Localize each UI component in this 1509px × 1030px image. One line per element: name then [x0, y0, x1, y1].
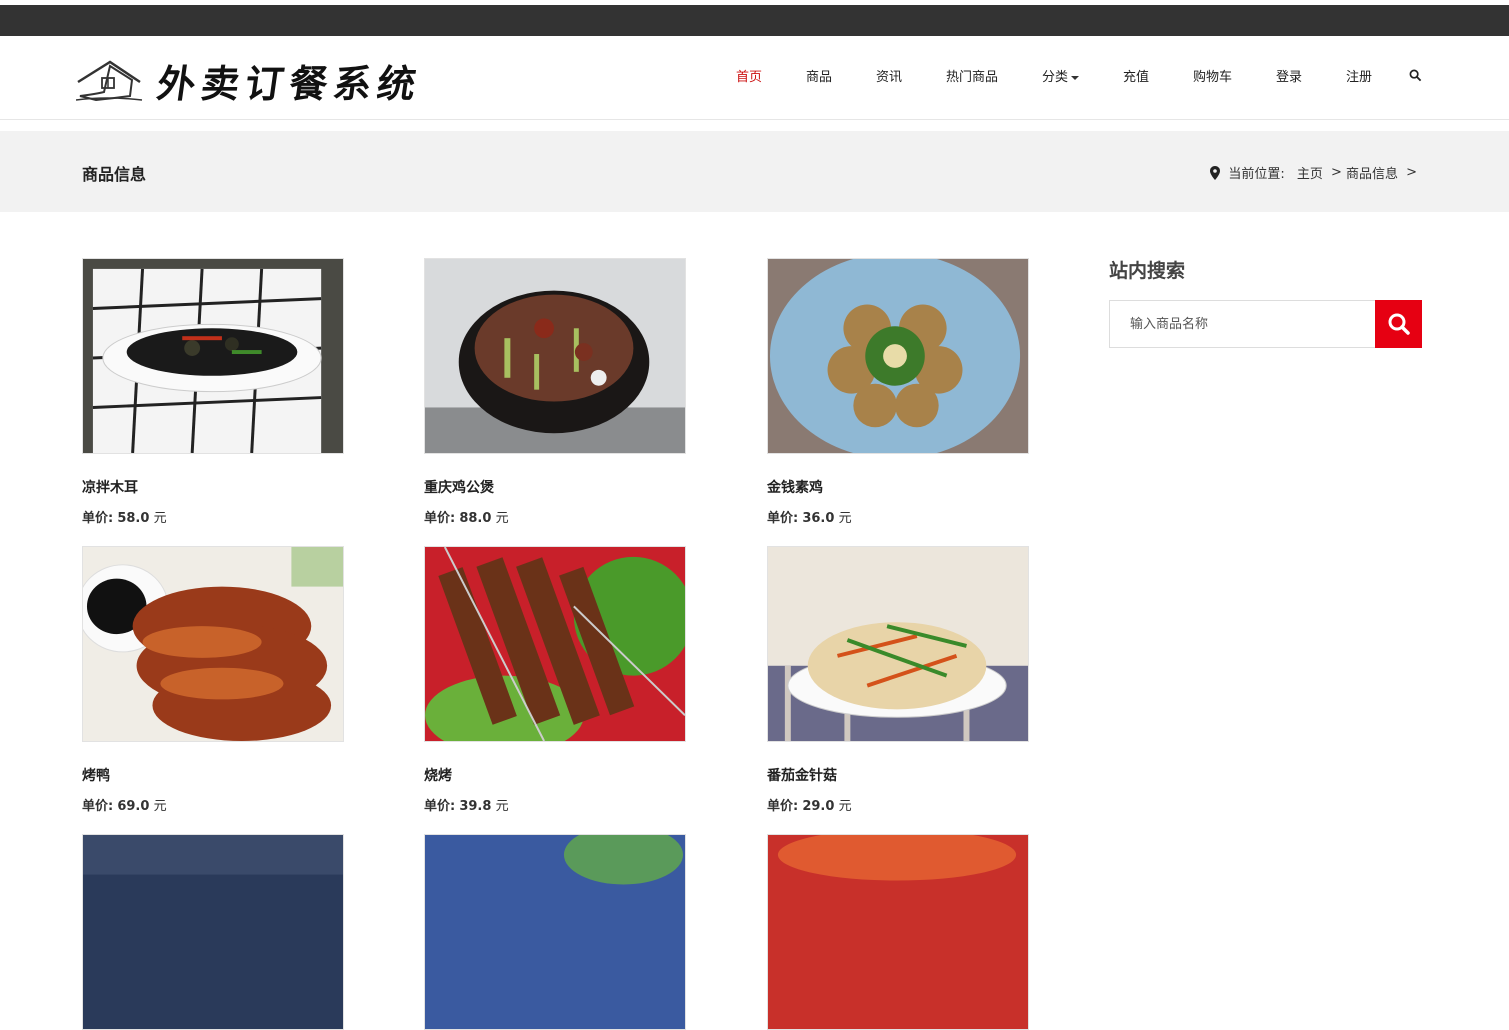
product-image[interactable]	[424, 546, 686, 742]
product-price: 单价: 58.0 元	[82, 511, 167, 526]
product-card	[767, 834, 1029, 1030]
nav-home[interactable]: 首页	[736, 66, 762, 85]
site-search	[1109, 300, 1422, 348]
product-price: 单价: 69.0 元	[82, 799, 167, 814]
breadcrumb-separator: >	[1406, 165, 1417, 180]
product-image[interactable]	[767, 258, 1029, 454]
product-card: 烧烤 单价: 39.8 元	[424, 546, 686, 814]
product-image[interactable]	[424, 834, 686, 1030]
product-image[interactable]	[82, 546, 344, 742]
logo-text: 外卖订餐系统	[154, 60, 425, 106]
search-icon[interactable]	[1409, 67, 1423, 82]
nav-category-dropdown[interactable]: 分类	[1042, 66, 1080, 85]
product-image[interactable]	[767, 546, 1029, 742]
top-dark-bar	[0, 5, 1509, 36]
site-header: 外卖订餐系统 首页 商品 资讯 热门商品 分类 充值 购物车 登录 注册	[0, 36, 1509, 120]
product-price: 单价: 29.0 元	[767, 799, 852, 814]
breadcrumb-separator: >	[1331, 165, 1342, 180]
search-input[interactable]	[1109, 300, 1375, 348]
product-price: 单价: 39.8 元	[424, 799, 509, 814]
caret-down-icon	[1071, 75, 1080, 80]
search-button[interactable]	[1375, 300, 1422, 348]
product-name[interactable]: 烤鸭	[82, 765, 110, 785]
nav-login[interactable]: 登录	[1276, 66, 1302, 85]
product-image[interactable]	[82, 834, 344, 1030]
breadcrumb-product-info[interactable]: 商品信息	[1346, 163, 1398, 182]
nav-news[interactable]: 资讯	[876, 66, 902, 85]
map-pin-icon	[1210, 165, 1221, 180]
search-icon	[1388, 313, 1410, 335]
product-image[interactable]	[767, 834, 1029, 1030]
product-card: 凉拌木耳 单价: 58.0 元	[82, 258, 344, 526]
product-name[interactable]: 烧烤	[424, 765, 452, 785]
house-icon	[76, 60, 143, 102]
product-card: 重庆鸡公煲 单价: 88.0 元	[424, 258, 686, 526]
product-price: 单价: 36.0 元	[767, 511, 852, 526]
nav-products[interactable]: 商品	[806, 66, 832, 85]
product-card: 烤鸭 单价: 69.0 元	[82, 546, 344, 814]
product-card	[424, 834, 686, 1030]
page-title-bar: 商品信息 当前位置: 主页 > 商品信息 >	[0, 131, 1509, 212]
product-card: 番茄金针菇 单价: 29.0 元	[767, 546, 1029, 814]
product-name[interactable]: 凉拌木耳	[82, 477, 138, 497]
nav-recharge[interactable]: 充值	[1123, 66, 1149, 85]
product-card	[82, 834, 344, 1030]
page-title: 商品信息	[82, 165, 147, 184]
product-image[interactable]	[82, 258, 344, 454]
sidebar: 站内搜索	[1109, 256, 1422, 348]
product-price: 单价: 88.0 元	[424, 511, 509, 526]
breadcrumb-home[interactable]: 主页	[1297, 163, 1323, 182]
product-name[interactable]: 重庆鸡公煲	[424, 477, 494, 497]
nav-hot-products[interactable]: 热门商品	[946, 66, 998, 85]
nav-register[interactable]: 注册	[1346, 66, 1372, 85]
site-logo[interactable]: 外卖订餐系统	[76, 54, 436, 106]
nav-category-label: 分类	[1042, 70, 1069, 85]
product-name[interactable]: 番茄金针菇	[767, 765, 837, 785]
product-card: 金钱素鸡 单价: 36.0 元	[767, 258, 1029, 526]
sidebar-search-title: 站内搜索	[1109, 260, 1186, 282]
breadcrumb: 当前位置: 主页 > 商品信息 >	[1210, 163, 1421, 182]
breadcrumb-prefix: 当前位置:	[1228, 167, 1285, 182]
product-name[interactable]: 金钱素鸡	[767, 477, 823, 497]
nav-cart[interactable]: 购物车	[1193, 66, 1232, 85]
product-image[interactable]	[424, 258, 686, 454]
